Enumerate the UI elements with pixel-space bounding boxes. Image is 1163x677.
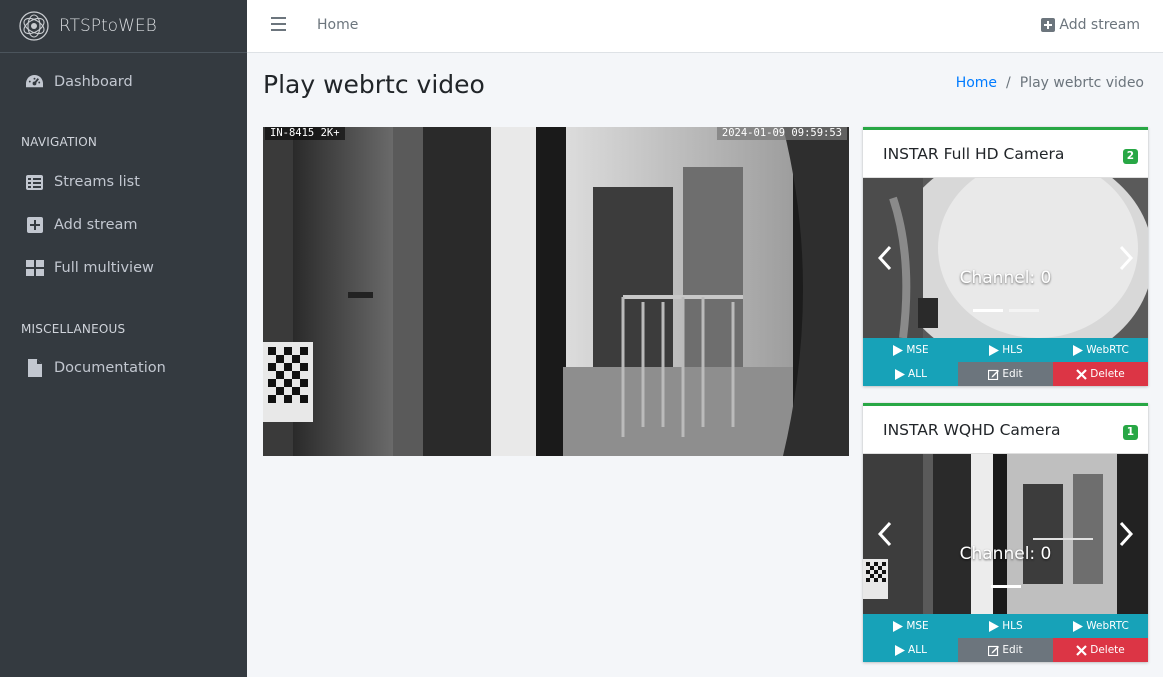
edit-stream-button[interactable]: Edit (958, 638, 1053, 662)
sidebar-item-dashboard[interactable]: Dashboard (0, 64, 247, 100)
plus-square-icon (1041, 18, 1056, 32)
play-icon (1073, 620, 1084, 632)
play-icon (1073, 344, 1084, 356)
edit-icon (988, 645, 1000, 656)
channel-count-badge: 2 (1122, 149, 1138, 164)
play-icon (895, 644, 906, 656)
carousel-indicator[interactable] (1008, 309, 1039, 312)
tachometer-icon (25, 73, 44, 92)
top-home-link[interactable]: Home (317, 17, 358, 33)
carousel-indicator[interactable] (972, 309, 1003, 312)
sidebar: RTSPtoWEB Dashboard NAVIGATION Streams l… (0, 0, 247, 677)
button-label: Edit (1002, 644, 1023, 656)
stream-play-buttons: MSE HLS WebRTC (863, 338, 1148, 362)
button-label: WebRTC (1086, 620, 1129, 632)
carousel-indicators (863, 309, 1148, 312)
button-label: HLS (1002, 620, 1023, 632)
video-osd-timestamp: 2024-01-09 09:59:53 (716, 127, 847, 140)
file-icon (25, 359, 44, 378)
play-hls-button[interactable]: HLS (958, 614, 1053, 638)
button-label: HLS (1002, 344, 1023, 356)
play-hls-button[interactable]: HLS (958, 338, 1053, 362)
play-icon (893, 344, 904, 356)
carousel-indicators (863, 585, 1148, 588)
play-icon (895, 368, 906, 380)
button-label: ALL (908, 368, 927, 380)
sidebar-item-label: Documentation (54, 360, 166, 376)
thumbnail-image (863, 454, 1148, 614)
carousel-indicator[interactable] (990, 585, 1021, 588)
brand-name: RTSPtoWEB (59, 16, 157, 36)
nav-header-miscellaneous: MISCELLANEOUS (21, 322, 126, 336)
stream-card-header: INSTAR WQHD Camera 1 (863, 406, 1148, 454)
top-add-stream-button[interactable]: Add stream (1041, 17, 1140, 33)
edit-icon (988, 369, 1000, 380)
video-osd-camera: IN-8415 2K+ (265, 127, 345, 140)
close-icon (1076, 368, 1088, 380)
sidebar-item-label: Add stream (54, 217, 138, 233)
stream-card: INSTAR WQHD Camera 1 Channel: 0 MSE HLS … (863, 403, 1148, 662)
edit-stream-button[interactable]: Edit (958, 362, 1053, 386)
top-add-stream-label: Add stream (1059, 17, 1140, 33)
grid-icon (25, 259, 44, 278)
logo-icon (19, 11, 49, 41)
stream-thumbnail[interactable]: Channel: 0 (863, 454, 1148, 614)
button-label: Edit (1002, 368, 1023, 380)
button-label: WebRTC (1086, 344, 1129, 356)
video-frame-image (263, 127, 849, 456)
stream-card: INSTAR Full HD Camera 2 Channel: 0 MSE H… (863, 127, 1148, 386)
play-icon (989, 620, 1000, 632)
page-title: Play webrtc video (263, 70, 485, 99)
play-mse-button[interactable]: MSE (863, 614, 958, 638)
channel-caption: Channel: 0 (959, 544, 1052, 564)
breadcrumb-home-link[interactable]: Home (956, 75, 997, 91)
channel-count-badge: 1 (1122, 425, 1138, 440)
sidebar-item-streams-list[interactable]: Streams list (0, 164, 247, 200)
brand[interactable]: RTSPtoWEB (0, 0, 247, 53)
play-mse-button[interactable]: MSE (863, 338, 958, 362)
stream-name[interactable]: INSTAR WQHD Camera (883, 421, 1060, 439)
stream-action-buttons: ALL Edit Delete (863, 638, 1148, 662)
sidebar-item-add-stream[interactable]: Add stream (0, 207, 247, 243)
sidebar-item-documentation[interactable]: Documentation (0, 350, 247, 386)
play-webrtc-button[interactable]: WebRTC (1053, 614, 1148, 638)
stream-play-buttons: MSE HLS WebRTC (863, 614, 1148, 638)
play-all-button[interactable]: ALL (863, 638, 958, 662)
delete-stream-button[interactable]: Delete (1053, 362, 1148, 386)
delete-stream-button[interactable]: Delete (1053, 638, 1148, 662)
button-label: MSE (906, 620, 929, 632)
play-icon (989, 344, 1000, 356)
stream-name[interactable]: INSTAR Full HD Camera (883, 145, 1064, 163)
breadcrumb: Home / Play webrtc video (956, 75, 1144, 91)
thumbnail-image (863, 178, 1148, 338)
menu-toggle-icon[interactable] (271, 17, 286, 31)
button-label: Delete (1090, 644, 1125, 656)
sidebar-item-label: Full multiview (54, 260, 154, 276)
stream-action-buttons: ALL Edit Delete (863, 362, 1148, 386)
breadcrumb-separator: / (1006, 75, 1011, 91)
play-webrtc-button[interactable]: WebRTC (1053, 338, 1148, 362)
button-label: ALL (908, 644, 927, 656)
list-icon (25, 173, 44, 192)
channel-caption: Channel: 0 (959, 268, 1052, 288)
plus-square-icon (25, 216, 44, 235)
sidebar-item-full-multiview[interactable]: Full multiview (0, 250, 247, 286)
breadcrumb-current: Play webrtc video (1019, 75, 1144, 91)
sidebar-item-label: Streams list (54, 174, 140, 190)
button-label: Delete (1090, 368, 1125, 380)
sidebar-item-label: Dashboard (54, 74, 133, 90)
play-icon (893, 620, 904, 632)
nav-header-navigation: NAVIGATION (21, 135, 98, 149)
webrtc-video-player[interactable]: IN-8415 2K+ 2024-01-09 09:59:53 (263, 127, 849, 456)
stream-card-header: INSTAR Full HD Camera 2 (863, 130, 1148, 178)
close-icon (1076, 644, 1088, 656)
topbar: Home Add stream (247, 0, 1163, 53)
play-all-button[interactable]: ALL (863, 362, 958, 386)
stream-thumbnail[interactable]: Channel: 0 (863, 178, 1148, 338)
button-label: MSE (906, 344, 929, 356)
